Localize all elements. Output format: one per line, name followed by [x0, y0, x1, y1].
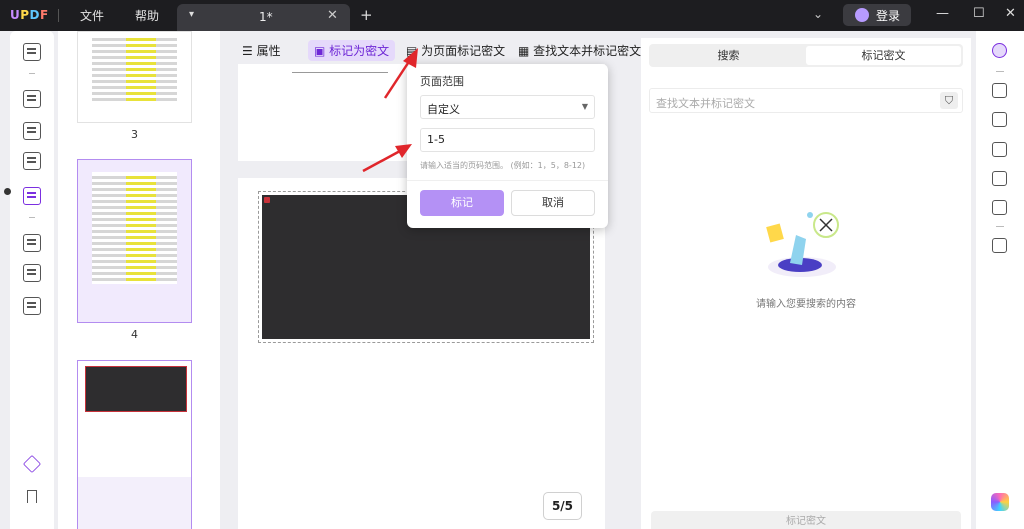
thumbnail-panel: 3 4 [58, 31, 220, 529]
email-icon[interactable] [992, 200, 1007, 215]
page-range-hint: 请输入适当的页码范围。 (例如：1，5，8-12) [420, 161, 586, 170]
mark-redaction-button[interactable]: ▣ 标记为密文 [308, 40, 396, 61]
redact-mark-icon: ▣ [314, 44, 326, 58]
save-icon[interactable] [992, 238, 1007, 253]
cancel-button[interactable]: 取消 [511, 190, 595, 216]
login-label: 登录 [876, 9, 901, 23]
page-thumbnail-5[interactable] [77, 360, 192, 529]
page-indicator: 5/5 [543, 492, 582, 520]
chevron-down-icon[interactable]: ⌄ [813, 7, 823, 21]
new-tab-icon[interactable]: + [360, 6, 373, 24]
page-number-label: 4 [131, 328, 138, 341]
redact-toolbar: ☰ 属性 ▣ 标记为密文 ▤ 为页面标记密文 ▦ 查找文本并标记密文 [222, 38, 641, 64]
menu-help[interactable]: 帮助 [135, 7, 159, 24]
sliders-icon: ☰ [242, 44, 253, 58]
sidebar-divider [29, 217, 35, 218]
find-redact-search-input[interactable]: 查找文本并标记密文 ⛉ [649, 88, 963, 113]
tab-redact[interactable]: 标记密文 [806, 46, 961, 65]
bookmark-icon[interactable] [27, 490, 37, 503]
empty-search-illustration [766, 212, 839, 277]
find-and-redact-button[interactable]: ▦ 查找文本并标记密文 [518, 42, 641, 59]
organize-pages-icon[interactable] [23, 234, 41, 252]
compare-icon[interactable] [23, 297, 41, 315]
document-tab[interactable]: ▾ 1* ✕ [177, 4, 350, 31]
sidebar-divider [996, 226, 1004, 227]
page-thumbnail-3[interactable] [77, 31, 192, 123]
page-number-label: 3 [131, 128, 138, 141]
redact-tool-icon[interactable] [23, 187, 41, 205]
caret-down-icon: ▼ [581, 102, 588, 111]
minimize-icon[interactable]: — [936, 6, 949, 21]
popup-divider [407, 180, 608, 181]
ocr-icon[interactable] [992, 83, 1007, 98]
panel-collapse-icon[interactable] [4, 188, 11, 195]
crop-icon[interactable] [23, 264, 41, 282]
empty-state-text: 请输入您要搜索的内容 [756, 299, 856, 310]
login-button[interactable]: 登录 [843, 4, 911, 26]
redact-search-panel: 搜索 标记密文 查找文本并标记密文 ⛉ 请输入您要搜索的内容 标记密文 [641, 38, 971, 529]
mark-redaction-label: 标记为密文 [329, 44, 390, 58]
thumbnail-content [92, 172, 177, 284]
thumbnail-redaction [85, 366, 187, 412]
redact-all-button[interactable]: 标记密文 [651, 511, 961, 529]
tab-menu-chevron-icon[interactable]: ▾ [189, 9, 194, 20]
search-placeholder: 查找文本并标记密文 [656, 97, 755, 110]
protect-icon[interactable] [992, 142, 1007, 157]
left-tool-sidebar [10, 31, 54, 529]
layers-icon[interactable] [22, 454, 42, 474]
page-thumbnail-4[interactable] [77, 159, 192, 323]
search-icon[interactable] [992, 43, 1007, 58]
title-bar: UPDF 文件 帮助 ▾ 1* ✕ + ⌄ 登录 — ☐ ✕ [0, 0, 1024, 31]
redaction-handle[interactable] [264, 197, 270, 203]
sidebar-divider [29, 73, 35, 74]
reader-icon[interactable] [23, 43, 41, 61]
close-icon[interactable]: ✕ [1005, 6, 1016, 21]
mark-page-label: 为页面标记密文 [421, 44, 506, 58]
form-icon[interactable] [23, 152, 41, 170]
menu-file[interactable]: 文件 [80, 7, 104, 24]
find-redact-icon: ▦ [518, 44, 530, 58]
convert-icon[interactable] [992, 112, 1007, 127]
properties-button[interactable]: ☰ 属性 [242, 42, 281, 59]
updf-logo: UPDF [10, 8, 49, 22]
page-range-input[interactable]: 1-5 [420, 128, 595, 152]
mark-page-redaction-button[interactable]: ▤ 为页面标记密文 [406, 42, 505, 59]
title-divider [58, 9, 59, 22]
page-range-title: 页面范围 [420, 75, 464, 88]
edit-pdf-icon[interactable] [23, 122, 41, 140]
page-rule [292, 72, 388, 73]
comment-icon[interactable] [23, 90, 41, 108]
maximize-icon[interactable]: ☐ [973, 6, 985, 21]
mark-button[interactable]: 标记 [420, 190, 504, 216]
page-range-popup: 页面范围 自定义 ▼ 1-5 请输入适当的页码范围。 (例如：1，5，8-12)… [407, 64, 608, 228]
share-icon[interactable] [992, 171, 1007, 186]
page-redact-icon: ▤ [406, 44, 418, 58]
sidebar-divider [996, 71, 1004, 72]
tab-close-icon[interactable]: ✕ [327, 8, 338, 23]
find-mark-label: 查找文本并标记密文 [533, 44, 642, 58]
tab-title: 1* [259, 10, 273, 24]
page-range-select-value: 自定义 [427, 103, 460, 116]
page-range-select[interactable]: 自定义 ▼ [420, 95, 595, 119]
properties-label: 属性 [256, 44, 281, 58]
panel-tabs: 搜索 标记密文 [649, 44, 963, 67]
thumbnail-content [92, 38, 177, 104]
avatar [855, 8, 869, 22]
ai-assistant-icon[interactable] [991, 493, 1009, 511]
right-tool-sidebar [976, 31, 1024, 529]
tab-search[interactable]: 搜索 [651, 46, 806, 65]
filter-icon[interactable]: ⛉ [940, 92, 958, 109]
